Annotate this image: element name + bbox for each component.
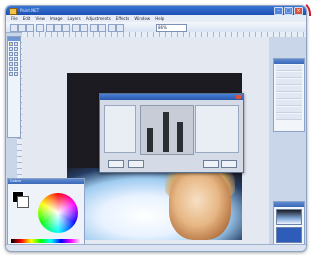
zoom-icon[interactable] <box>14 47 18 51</box>
history-panel <box>273 58 305 132</box>
redo-icon[interactable] <box>98 24 106 32</box>
menu-image[interactable]: Image <box>50 16 63 21</box>
zoom-field[interactable]: 86% <box>156 24 187 32</box>
tools-panel <box>7 36 21 138</box>
dialog-close-icon[interactable] <box>236 95 241 99</box>
tools-panel-header <box>8 37 20 41</box>
menu-help[interactable]: Help <box>155 16 164 21</box>
menu-edit[interactable]: Edit <box>23 16 31 21</box>
eraser-icon[interactable] <box>9 62 13 66</box>
save-icon[interactable] <box>26 24 34 32</box>
close-icon[interactable]: × <box>294 7 303 15</box>
menu-layers[interactable]: Layers <box>67 16 80 21</box>
shape-icon[interactable] <box>9 72 13 76</box>
layer-thumbnail-selected[interactable] <box>276 227 302 243</box>
dialog-title-bar <box>100 94 243 100</box>
history-item[interactable] <box>276 107 302 113</box>
rulers-icon[interactable] <box>116 24 124 32</box>
layer-thumbnail[interactable] <box>276 209 302 225</box>
cut-icon[interactable] <box>46 24 54 32</box>
dialog-options-list[interactable] <box>104 105 136 153</box>
minimize-icon[interactable]: – <box>274 7 283 15</box>
history-item[interactable] <box>276 86 302 92</box>
history-item[interactable] <box>276 72 302 78</box>
layers-panel <box>273 201 305 245</box>
move-icon[interactable] <box>14 42 18 46</box>
image-face <box>169 168 231 240</box>
menu-file[interactable]: File <box>11 16 18 21</box>
maximize-icon[interactable]: □ <box>284 7 293 15</box>
app-window: Paint.NET – □ × File Edit View Image Lay… <box>5 5 307 252</box>
clone-icon[interactable] <box>14 62 18 66</box>
history-item[interactable] <box>276 100 302 106</box>
colors-panel: Colors <box>7 178 85 246</box>
magic-wand-icon[interactable] <box>9 52 13 56</box>
dialog-reset-button[interactable] <box>108 160 124 168</box>
open-icon[interactable] <box>18 24 26 32</box>
dialog-cancel-button[interactable] <box>221 160 237 168</box>
color-palette[interactable] <box>11 239 81 243</box>
graph-bar <box>163 112 169 152</box>
rectangle-select-icon[interactable] <box>9 42 13 46</box>
dialog-ok-button[interactable] <box>203 160 219 168</box>
menu-window[interactable]: Window <box>134 16 150 21</box>
color-wheel-center <box>38 193 78 233</box>
lasso-icon[interactable] <box>9 47 13 51</box>
new-icon[interactable] <box>10 24 18 32</box>
layers-panel-header <box>274 202 304 207</box>
pencil-icon[interactable] <box>14 57 18 61</box>
undo-icon[interactable] <box>90 24 98 32</box>
title-bar: Paint.NET – □ × <box>6 6 306 15</box>
copy-icon[interactable] <box>54 24 62 32</box>
menu-view[interactable]: View <box>35 16 45 21</box>
color-wheel[interactable] <box>38 193 78 233</box>
menu-adjustments[interactable]: Adjustments <box>86 16 111 21</box>
dialog-settings-list[interactable] <box>195 105 239 153</box>
history-item[interactable] <box>276 93 302 99</box>
bucket-icon[interactable] <box>14 52 18 56</box>
history-item[interactable] <box>276 114 302 120</box>
curves-dialog <box>99 93 244 173</box>
curve-graph[interactable] <box>140 105 194 155</box>
brush-icon[interactable] <box>9 57 13 61</box>
grid-icon[interactable] <box>108 24 116 32</box>
menu-bar: File Edit View Image Layers Adjustments … <box>6 15 306 22</box>
history-item[interactable] <box>276 79 302 85</box>
print-icon[interactable] <box>36 24 44 32</box>
window-controls: – □ × <box>274 7 303 15</box>
deselect-icon[interactable] <box>80 24 88 32</box>
menu-effects[interactable]: Effects <box>116 16 130 21</box>
dialog-preview-button[interactable] <box>128 160 144 168</box>
graph-bar <box>177 122 183 152</box>
history-item[interactable] <box>276 65 302 71</box>
secondary-color-swatch[interactable] <box>17 196 29 208</box>
window-title: Paint.NET <box>20 8 40 13</box>
graph-bar <box>147 128 153 152</box>
crop-icon[interactable] <box>72 24 80 32</box>
app-icon <box>9 8 17 15</box>
status-bar <box>6 244 306 251</box>
text-icon[interactable] <box>9 67 13 71</box>
line-icon[interactable] <box>14 67 18 71</box>
history-panel-header <box>274 59 304 64</box>
paste-icon[interactable] <box>62 24 70 32</box>
picker-icon[interactable] <box>14 72 18 76</box>
colors-panel-title: Colors <box>8 179 84 184</box>
